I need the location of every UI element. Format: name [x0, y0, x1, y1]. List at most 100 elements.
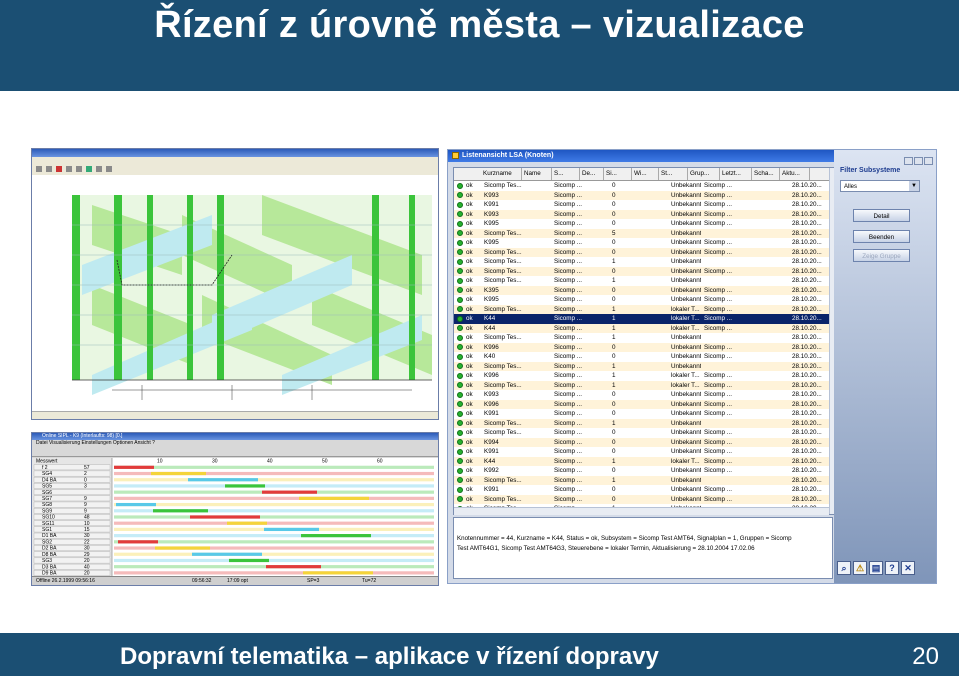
- table-row[interactable]: ok K991 Sicomp ... 0 Unbekannt Sicomp ... 28.1…: [454, 447, 829, 457]
- cell-letzt: Sicomp ...: [704, 372, 732, 379]
- cell-name: Sicomp ...: [554, 201, 582, 208]
- minimize-icon[interactable]: [904, 157, 913, 165]
- tool-icon[interactable]: [106, 166, 112, 172]
- status-ok-icon: [457, 458, 463, 464]
- column-header[interactable]: Aktu...: [780, 168, 810, 180]
- table-row[interactable]: ok Sicomp Tes... Sicomp ... 1 Unbekannt 28.10…: [454, 257, 829, 267]
- cell-status: ok: [466, 448, 473, 455]
- cell-kurzname: K40: [484, 353, 496, 360]
- column-header[interactable]: De...: [580, 168, 604, 180]
- tool-icon[interactable]: [76, 166, 82, 172]
- nodes-table[interactable]: Kurzname Name S... De... Si... Wi... St... Grup…: [453, 167, 839, 515]
- column-header[interactable]: Si...: [604, 168, 632, 180]
- filter-subsystem-select[interactable]: Alles ▼: [840, 180, 920, 192]
- table-row[interactable]: ok K993 Sicomp ... 0 Unbekannt Sicomp ... 28.1…: [454, 390, 829, 400]
- cell-name: Sicomp ...: [554, 362, 582, 370]
- beenden-button[interactable]: Beenden: [853, 230, 910, 243]
- column-header[interactable]: Grup...: [688, 168, 720, 180]
- column-header[interactable]: Scha...: [752, 168, 780, 180]
- column-header[interactable]: Wi...: [632, 168, 659, 180]
- cell-status: ok: [466, 410, 473, 417]
- signal-group-label: SG3: [42, 558, 52, 564]
- cell-kurzname: Sicomp Tes...: [484, 334, 522, 341]
- table-row[interactable]: ok K991 Sicomp ... 0 Unbekannt Sicomp ... 28.1…: [454, 485, 829, 495]
- table-row[interactable]: ok K991 Sicomp ... 0 Unbekannt Sicomp ... 28.1…: [454, 409, 829, 419]
- sipl-toolbar[interactable]: [32, 446, 438, 457]
- sipl-statusbar: Offline 26.2.1999 09:56:16 09:56:32 17:0…: [32, 576, 438, 585]
- tool-icon[interactable]: [66, 166, 72, 172]
- zeige-gruppe-button[interactable]: Zeige Gruppe: [853, 249, 910, 262]
- table-row[interactable]: ok K44 Sicomp ... 1 lokaler T... Sicomp ... 28…: [454, 456, 829, 467]
- tool-icon[interactable]: [56, 166, 62, 172]
- print-icon[interactable]: ▤: [869, 561, 883, 575]
- table-row[interactable]: ok Sicomp Tes... Sicomp ... 1 Unbekannt 28.10…: [454, 276, 829, 286]
- table-row[interactable]: ok K40 Sicomp ... 0 Unbekannt Sicomp ... 28.10…: [454, 352, 829, 362]
- table-row[interactable]: ok Sicomp Tes... Sicomp ... 0 Unbekannt Sicom…: [454, 494, 829, 505]
- column-header[interactable]: St...: [659, 168, 688, 180]
- tool-icon[interactable]: [46, 166, 52, 172]
- sipl-window-title[interactable]: Online SIPL - K9 (Interlaufts: 98) [0.]: [32, 433, 438, 440]
- cell-name: Sicomp ...: [554, 410, 582, 417]
- cell-kurzname: Sicomp Tes...: [484, 429, 522, 436]
- search-icon[interactable]: ⌕: [837, 561, 851, 575]
- table-row[interactable]: ok Sicomp Tes... Sicomp ... 0 Unbekannt Sicom…: [454, 428, 829, 438]
- chevron-down-icon[interactable]: ▼: [909, 181, 919, 191]
- table-row[interactable]: ok K991 Sicomp ... 0 Unbekannt Sicomp ... 28.1…: [454, 200, 829, 210]
- column-header[interactable]: S...: [552, 168, 580, 180]
- table-row[interactable]: ok K44 Sicomp ... 1 lokaler T... Sicomp ... 28…: [454, 314, 829, 324]
- table-row[interactable]: ok K395 Sicomp ... 0 Unbekannt Sicomp ... 28.1…: [454, 285, 829, 296]
- tool-icon[interactable]: [36, 166, 42, 172]
- table-row[interactable]: ok Sicomp Tes... Sicomp ... 0 Unbekannt Sicom…: [454, 266, 829, 277]
- maximize-icon[interactable]: [914, 157, 923, 165]
- table-row[interactable]: ok Sicomp Tes... Sicomp ... 1 Unbekannt 28.10…: [454, 418, 829, 429]
- table-row[interactable]: ok Sicomp Tes... Sicomp ... 0 Unbekannt Sicom…: [454, 247, 829, 258]
- help-icon[interactable]: ?: [885, 561, 899, 575]
- table-row[interactable]: ok K996 Sicomp ... 1 lokaler T... Sicomp ... 2…: [454, 371, 829, 381]
- cell-si: 0: [612, 191, 616, 199]
- table-row[interactable]: ok Sicomp Tes... Sicomp ... 5 Unbekannt 28.10…: [454, 228, 829, 239]
- close-window-icon[interactable]: [924, 157, 933, 165]
- table-row[interactable]: ok Sicomp Tes... Sicomp ... 1 lokaler T... Si…: [454, 380, 829, 391]
- tool-icon[interactable]: [86, 166, 92, 172]
- cell-si: 0: [612, 182, 616, 189]
- status-ok-icon: [457, 448, 463, 455]
- table-row[interactable]: ok K996 Sicomp ... 0 Unbekannt Sicomp ... 28.1…: [454, 399, 829, 410]
- cell-kurzname: Sicomp Tes...: [484, 381, 522, 389]
- table-row[interactable]: ok K993 Sicomp ... 0 Unbekannt Sicomp ... 28.1…: [454, 209, 829, 220]
- table-row[interactable]: ok K995 Sicomp ... 0 Unbekannt Sicomp ... 28.1…: [454, 295, 829, 305]
- table-row[interactable]: ok K996 Sicomp ... 0 Unbekannt Sicomp ... 28.1…: [454, 342, 829, 353]
- table-row[interactable]: ok Sicomp Tes... Sicomp ... 1 Unbekannt 28.10…: [454, 361, 829, 372]
- cell-name: Sicomp ...: [554, 324, 582, 332]
- status-ok-icon: [457, 363, 463, 369]
- column-header[interactable]: Letzt...: [720, 168, 752, 180]
- time-tick-label: 10: [157, 459, 163, 465]
- cell-name: Sicomp ...: [554, 229, 582, 237]
- tool-icon[interactable]: [96, 166, 102, 172]
- table-row[interactable]: ok K995 Sicomp ... 0 Unbekannt Sicomp ... 28.1…: [454, 219, 829, 229]
- cell-status: ok: [466, 210, 473, 218]
- table-row[interactable]: ok K44 Sicomp ... 1 lokaler T... Sicomp ... 28…: [454, 323, 829, 334]
- cell-kurzname: Sicomp Tes...: [484, 277, 522, 284]
- close-icon[interactable]: ✕: [901, 561, 915, 575]
- column-header[interactable]: Kurzname: [481, 168, 522, 180]
- warning-icon[interactable]: ⚠: [853, 561, 867, 575]
- column-header[interactable]: Name: [522, 168, 552, 180]
- cell-name: Sicomp ...: [554, 182, 582, 189]
- cell-si: 0: [612, 486, 616, 493]
- table-row[interactable]: ok K993 Sicomp ... 0 Unbekannt Sicomp ... 28.1…: [454, 190, 829, 201]
- table-row[interactable]: ok K994 Sicomp ... 0 Unbekannt Sicomp ... 28.1…: [454, 437, 829, 448]
- detail-button[interactable]: Detail: [853, 209, 910, 222]
- list-window-titlebar[interactable]: Listenansicht LSA (Knoten): [448, 150, 834, 162]
- table-row[interactable]: ok Sicomp Tes... Sicomp ... 1 lokaler T... Si…: [454, 304, 829, 315]
- signal-segment: [227, 521, 267, 525]
- horizontal-scrollbar[interactable]: [454, 507, 829, 515]
- green-window-titlebar[interactable]: [32, 149, 438, 157]
- cell-letzt: Sicomp ...: [704, 296, 732, 303]
- cell-kurzname: K991: [484, 448, 499, 455]
- table-row[interactable]: ok Sicomp Tes... Sicomp ... 1 Unbekannt 28.10…: [454, 475, 829, 486]
- table-row[interactable]: ok K992 Sicomp ... 0 Unbekannt Sicomp ... 28.1…: [454, 466, 829, 476]
- table-row[interactable]: ok Sicomp Tes... Sicomp ... 1 Unbekannt 28.10…: [454, 333, 829, 343]
- table-row[interactable]: ok Sicomp Tes... Sicomp ... 0 Unbekannt Sicom…: [454, 181, 829, 191]
- table-row[interactable]: ok K995 Sicomp ... 0 Unbekannt Sicomp ... 28.1…: [454, 238, 829, 248]
- list-window-title: Listenansicht LSA (Knoten): [462, 152, 554, 159]
